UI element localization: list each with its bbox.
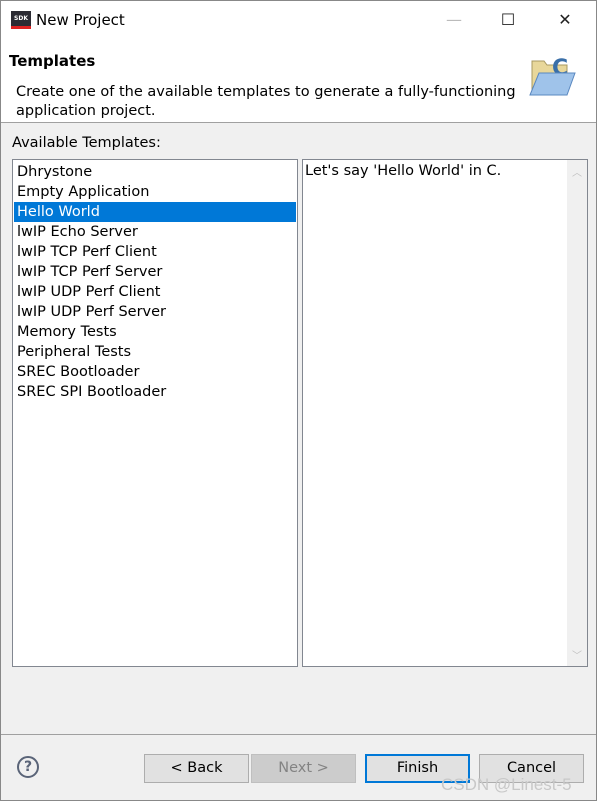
back-button[interactable]: < Back: [144, 754, 249, 783]
c-folder-icon: C: [529, 56, 576, 96]
new-project-dialog: SDK New Project — ☐ ✕ Templates Create o…: [0, 0, 597, 801]
page-description: Create one of the available templates to…: [16, 84, 516, 119]
template-item[interactable]: lwIP UDP Perf Server: [14, 302, 296, 322]
title-bar: SDK New Project — ☐ ✕: [1, 1, 596, 39]
template-description-box: Let's say 'Hello World' in C. ︿ ﹀: [302, 159, 588, 667]
template-item[interactable]: Empty Application: [14, 182, 296, 202]
scroll-down-icon[interactable]: ﹀: [572, 647, 582, 662]
template-item[interactable]: Hello World: [14, 202, 296, 222]
help-icon[interactable]: ?: [17, 756, 39, 778]
maximize-button[interactable]: ☐: [485, 5, 531, 35]
template-description: Let's say 'Hello World' in C.: [305, 163, 502, 179]
template-item[interactable]: lwIP Echo Server: [14, 222, 296, 242]
templates-list[interactable]: Dhrystone Empty Application Hello World lwI…: [12, 159, 298, 667]
separator: [1, 734, 596, 735]
watermark: CSDN @Linest-5: [441, 775, 572, 794]
window-title: New Project: [36, 11, 125, 29]
template-item[interactable]: Dhrystone: [14, 162, 296, 182]
template-item[interactable]: Memory Tests: [14, 322, 296, 342]
template-item[interactable]: SREC Bootloader: [14, 362, 296, 382]
next-button[interactable]: Next >: [251, 754, 356, 783]
scroll-up-icon[interactable]: ︿: [572, 164, 582, 179]
available-templates-label: Available Templates:: [12, 135, 161, 151]
minimize-button[interactable]: —: [431, 5, 477, 35]
template-item[interactable]: lwIP TCP Perf Server: [14, 262, 296, 282]
sdk-app-icon: SDK: [11, 11, 31, 29]
template-item[interactable]: SREC SPI Bootloader: [14, 382, 296, 402]
close-button[interactable]: ✕: [542, 5, 588, 35]
template-item[interactable]: Peripheral Tests: [14, 342, 296, 362]
page-title: Templates: [9, 52, 96, 70]
template-item[interactable]: lwIP TCP Perf Client: [14, 242, 296, 262]
scrollbar[interactable]: ︿ ﹀: [567, 160, 587, 666]
wizard-header: Templates Create one of the available te…: [1, 39, 596, 123]
template-item[interactable]: lwIP UDP Perf Client: [14, 282, 296, 302]
